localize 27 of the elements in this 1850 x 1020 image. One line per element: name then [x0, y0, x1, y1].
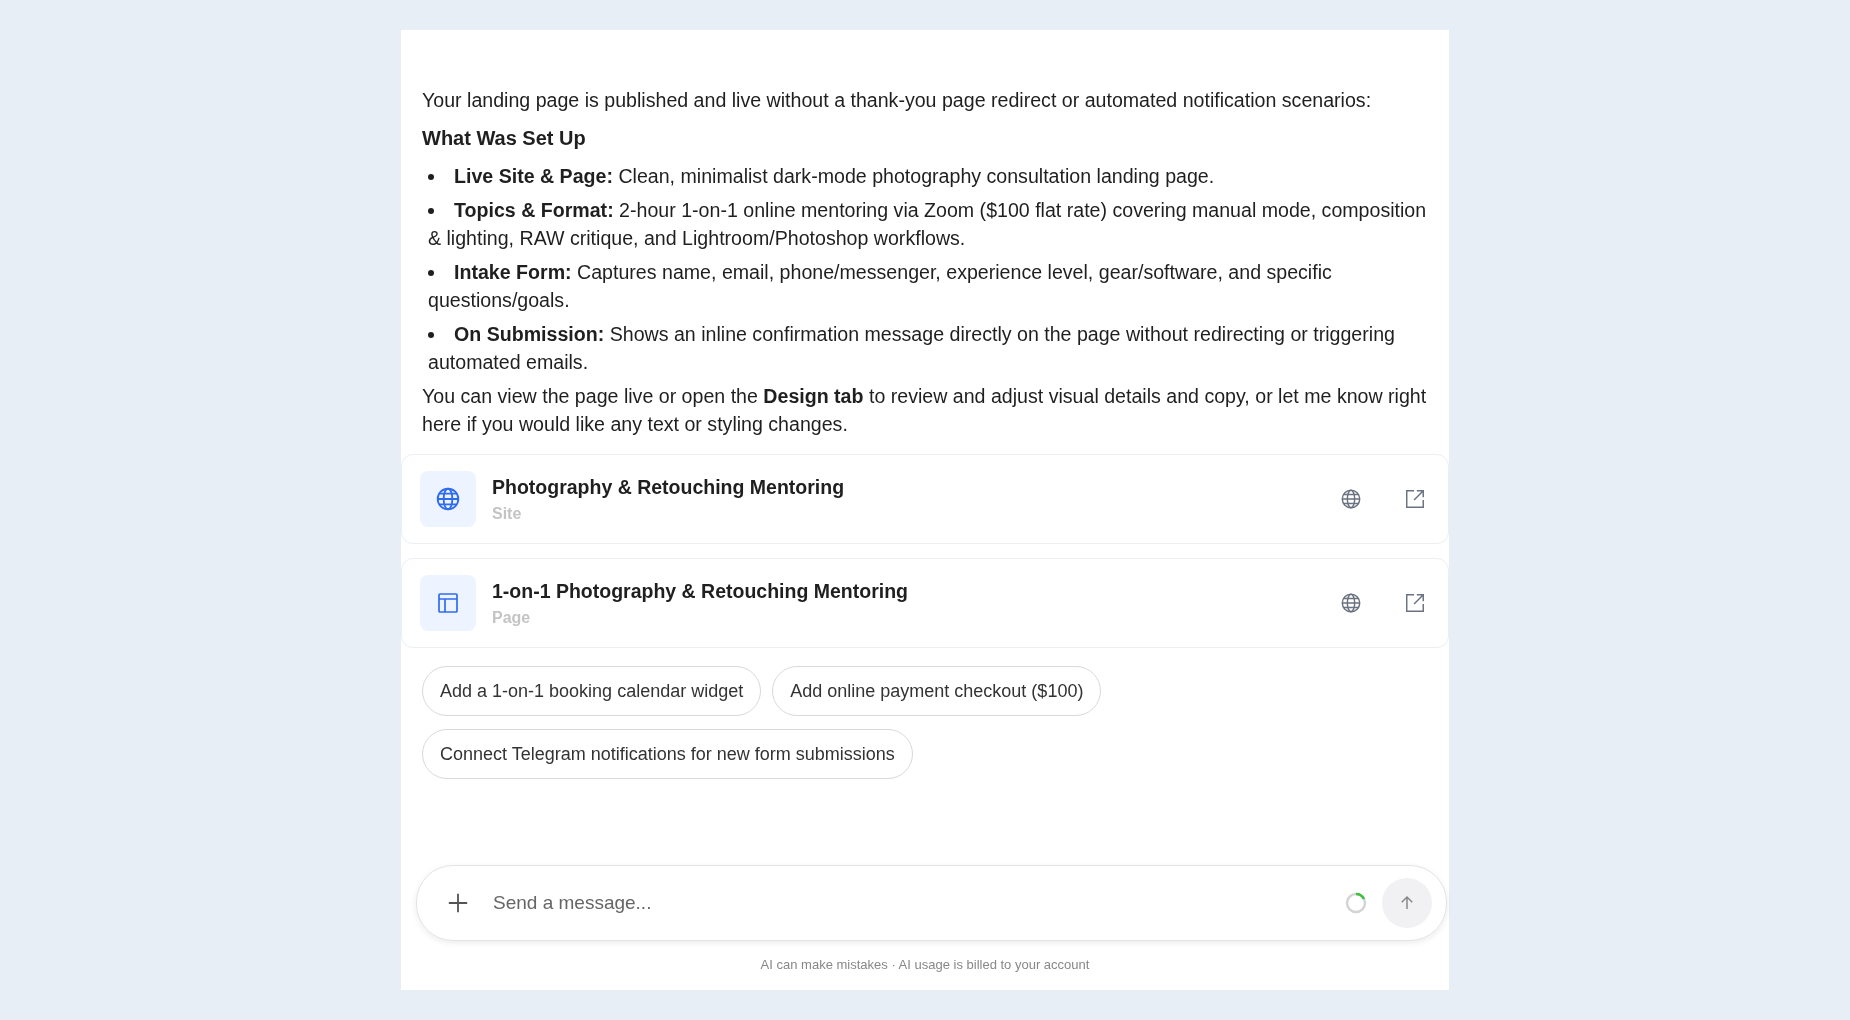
intro-text: Your landing page is published and live without a thank-you page redirect or automated notification scenarios: [422, 88, 1373, 113]
plus-icon[interactable] [447, 892, 469, 914]
globe-icon[interactable] [1340, 592, 1362, 614]
resource-type: Site [492, 504, 523, 523]
disclaimer-text: AI can make mistakes · AI usage is billed to your account [759, 956, 1091, 974]
external-link-icon[interactable] [1404, 488, 1426, 510]
spinner-icon [1344, 891, 1368, 915]
bullet-item: On Submission: Shows an inline confirmation message directly on the page without redirecting or triggering automated emails. [422, 320, 1428, 376]
external-link-icon[interactable] [1404, 592, 1426, 614]
globe-icon [435, 486, 461, 512]
section-heading: What Was Set Up [422, 126, 587, 151]
bullet-item: Intake Form: Captures name, email, phone/messenger, experience level, gear/software, and specific questions/goals. [422, 258, 1428, 314]
globe-icon[interactable] [1340, 488, 1362, 510]
suggestion-chip[interactable]: Connect Telegram notifications for new form submissions [422, 729, 913, 779]
outro-text: You can view the page live or open the Design tab to review and adjust visual details and copy, or let me know right here if you would like any text or styling changes. [422, 384, 1428, 437]
resource-title: Photography & Retouching Mentoring [492, 475, 846, 499]
suggestion-chip[interactable]: Add a 1-on-1 booking calendar widget [422, 666, 762, 716]
bullet-item: Topics & Format: 2-hour 1-on-1 online mentoring via Zoom ($100 flat rate) covering manual mode, composition & lighting, RAW critique, and Lightroom/Photoshop workflows. [422, 196, 1428, 252]
layout-icon [436, 591, 460, 615]
resource-card[interactable]: Photography & Retouching Mentoring Site [401, 454, 1449, 544]
resource-title: 1-on-1 Photography & Retouching Mentoring [492, 579, 909, 603]
suggestion-chip[interactable]: Add online payment checkout ($100) [772, 666, 1102, 716]
resource-card[interactable]: 1-on-1 Photography & Retouching Mentoring Page [401, 558, 1449, 648]
bullet-item: Live Site & Page: Clean, minimalist dark-mode photography consultation landing page. [422, 162, 1428, 190]
message-composer[interactable]: Send a message... [416, 865, 1447, 941]
resource-type: Page [492, 608, 532, 627]
arrow-up-icon [1398, 894, 1416, 912]
